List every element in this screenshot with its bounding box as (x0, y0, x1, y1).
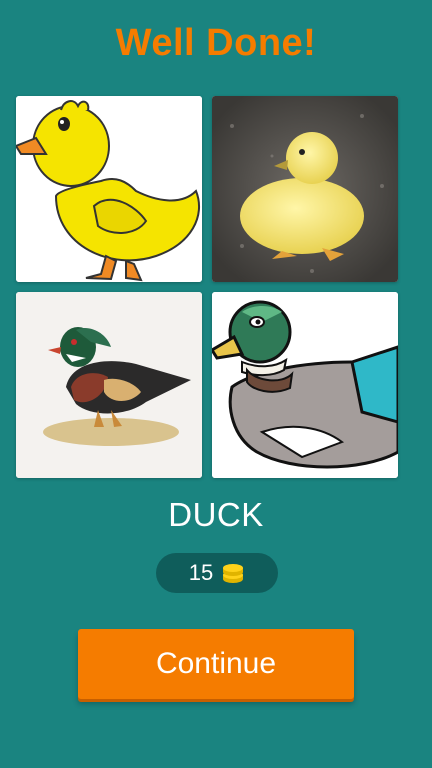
page-title: Well Done! (115, 22, 317, 64)
image-tile-1 (16, 96, 202, 282)
image-tile-3 (16, 292, 202, 478)
answer-word: DUCK (168, 496, 264, 533)
duckling-photo-icon (212, 96, 398, 282)
mallard-clipart-icon (212, 292, 398, 478)
cartoon-duckling-icon (16, 96, 202, 282)
wood-duck-illustration-icon (16, 292, 202, 478)
coin-stack-icon (223, 564, 244, 583)
coin-reward-badge: 15 (156, 553, 278, 593)
image-tile-2 (212, 96, 398, 282)
continue-button[interactable]: Continue (78, 629, 354, 699)
coin-count: 15 (188, 560, 214, 585)
image-tile-4 (212, 292, 398, 478)
